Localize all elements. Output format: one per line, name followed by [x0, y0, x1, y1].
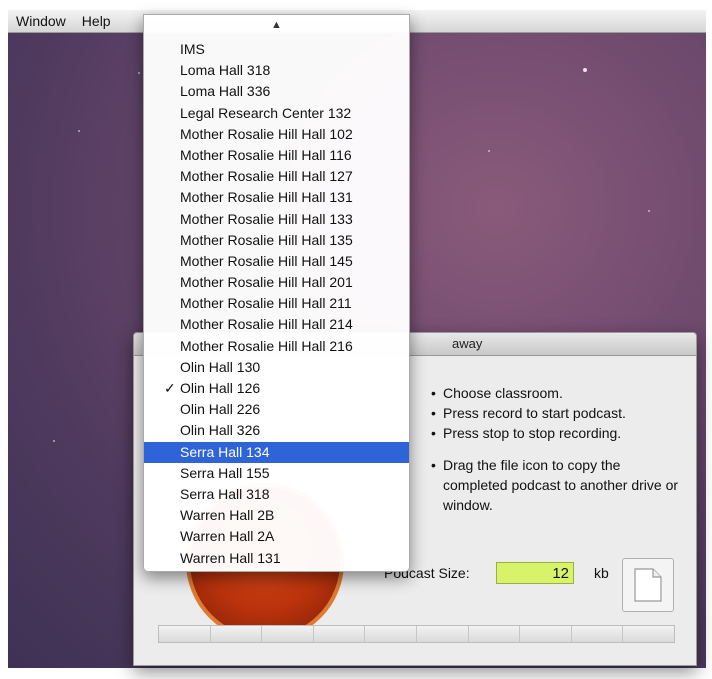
star: [583, 68, 587, 72]
menu-item-classroom[interactable]: Olin Hall 226: [144, 399, 409, 420]
menu-item-classroom[interactable]: Serra Hall 155: [144, 463, 409, 484]
menu-item-classroom[interactable]: Mother Rosalie Hill Hall 135: [144, 230, 409, 251]
instructions-list: Choose classroom. Press record to start …: [431, 383, 681, 515]
classroom-popup-menu[interactable]: ▲ IMS Loma Hall 318 Loma Hall 336 Legal Res…: [143, 14, 410, 572]
menu-item-classroom[interactable]: Mother Rosalie Hill Hall 145: [144, 251, 409, 272]
menu-item-label: Serra Hall 155: [180, 464, 270, 481]
classroom-list: IMS Loma Hall 318 Loma Hall 336 Legal Resea…: [144, 39, 409, 569]
instruction-item: Press record to start podcast.: [431, 403, 681, 423]
podcast-size-value: 12: [496, 562, 574, 584]
menu-item-label: Warren Hall 131: [180, 549, 281, 566]
menu-item-label: Mother Rosalie Hill Hall 211: [180, 295, 352, 312]
menu-item-classroom[interactable]: Mother Rosalie Hill Hall 201: [144, 272, 409, 293]
star: [138, 72, 140, 74]
menu-window[interactable]: Window: [8, 13, 74, 29]
menu-item-classroom[interactable]: Mother Rosalie Hill Hall 211: [144, 293, 409, 314]
meter-segment: [468, 626, 521, 642]
menu-item-label: Mother Rosalie Hill Hall 133: [180, 210, 353, 227]
meter-segment: [520, 626, 572, 642]
level-meter: [158, 625, 675, 643]
menu-item-classroom[interactable]: Mother Rosalie Hill Hall 116: [144, 145, 409, 166]
meter-segment: [416, 626, 469, 642]
menu-item-label: Mother Rosalie Hill Hall 116: [180, 146, 352, 163]
menu-item-classroom[interactable]: Legal Research Center 132: [144, 103, 409, 124]
menu-item-label: Mother Rosalie Hill Hall 135: [180, 231, 353, 248]
instruction-item: Drag the file icon to copy the completed…: [431, 455, 681, 515]
menu-item-label: Mother Rosalie Hill Hall 102: [180, 125, 353, 142]
menu-item-label: Legal Research Center 132: [180, 104, 352, 121]
star: [488, 150, 490, 152]
menu-help[interactable]: Help: [74, 13, 119, 29]
menu-item-label: Loma Hall 336: [180, 83, 271, 100]
menu-item-classroom[interactable]: Loma Hall 336: [144, 81, 409, 102]
podcast-size-unit: kb: [594, 565, 609, 581]
menu-item-classroom[interactable]: Olin Hall 326: [144, 420, 409, 441]
meter-segment: [623, 626, 674, 642]
star: [648, 210, 650, 212]
menu-item-label: Olin Hall 130: [180, 358, 261, 375]
meter-segment: [159, 626, 211, 642]
menu-item-label: IMS: [180, 41, 205, 57]
menu-item-classroom[interactable]: Serra Hall 134: [144, 441, 409, 463]
menu-item-classroom[interactable]: Serra Hall 318: [144, 484, 409, 505]
menu-item-label: Olin Hall 326: [180, 422, 261, 439]
menu-item-label: Olin Hall 226: [180, 401, 261, 418]
checkmark-icon: ✓: [164, 380, 176, 396]
podcast-file-drag-well[interactable]: [622, 558, 674, 612]
menu-item-label: Loma Hall 318: [180, 62, 271, 79]
instruction-item: Press stop to stop recording.: [431, 423, 681, 443]
menu-item-label: Serra Hall 134: [180, 443, 270, 460]
menu-item-classroom[interactable]: IMS: [144, 39, 409, 60]
instruction-item: Choose classroom.: [431, 383, 681, 403]
meter-segment: [210, 626, 263, 642]
menu-item-label: Mother Rosalie Hill Hall 145: [180, 252, 353, 269]
menu-item-classroom[interactable]: Mother Rosalie Hill Hall 214: [144, 314, 409, 335]
menu-item-classroom[interactable]: Loma Hall 318: [144, 60, 409, 81]
star: [53, 440, 55, 442]
meter-segment: [365, 626, 417, 642]
menu-item-classroom[interactable]: Mother Rosalie Hill Hall 131: [144, 187, 409, 208]
triangle-up-icon: ▲: [271, 19, 282, 31]
scroll-up-arrow[interactable]: ▲: [144, 15, 409, 35]
menu-item-label: Olin Hall 126: [180, 380, 261, 396]
menu-item-label: Mother Rosalie Hill Hall 127: [180, 168, 353, 185]
menu-item-label: Mother Rosalie Hill Hall 214: [180, 316, 353, 333]
menu-item-classroom[interactable]: Warren Hall 2A: [144, 526, 409, 547]
menu-item-label: Warren Hall 2B: [180, 507, 275, 524]
document-icon: [634, 568, 662, 602]
menu-item-classroom[interactable]: Mother Rosalie Hill Hall 102: [144, 124, 409, 145]
menu-item-label: Mother Rosalie Hill Hall 201: [180, 274, 353, 291]
meter-segment: [262, 626, 314, 642]
menu-item-label: Warren Hall 2A: [180, 528, 275, 545]
meter-segment: [313, 626, 366, 642]
menu-item-classroom[interactable]: Mother Rosalie Hill Hall 216: [144, 336, 409, 357]
menu-item-label: Serra Hall 318: [180, 485, 270, 502]
menu-item-classroom[interactable]: Warren Hall 2B: [144, 505, 409, 526]
menu-item-classroom[interactable]: ✓ Olin Hall 126: [144, 378, 409, 399]
menu-item-label: Mother Rosalie Hill Hall 216: [180, 337, 353, 354]
star: [78, 130, 80, 132]
menu-item-classroom[interactable]: Mother Rosalie Hill Hall 127: [144, 166, 409, 187]
menu-item-classroom[interactable]: Olin Hall 130: [144, 357, 409, 378]
menu-item-classroom[interactable]: Mother Rosalie Hill Hall 133: [144, 209, 409, 230]
meter-segment: [571, 626, 624, 642]
menu-item-label: Mother Rosalie Hill Hall 131: [180, 189, 353, 206]
menu-item-classroom[interactable]: Warren Hall 131: [144, 548, 409, 569]
